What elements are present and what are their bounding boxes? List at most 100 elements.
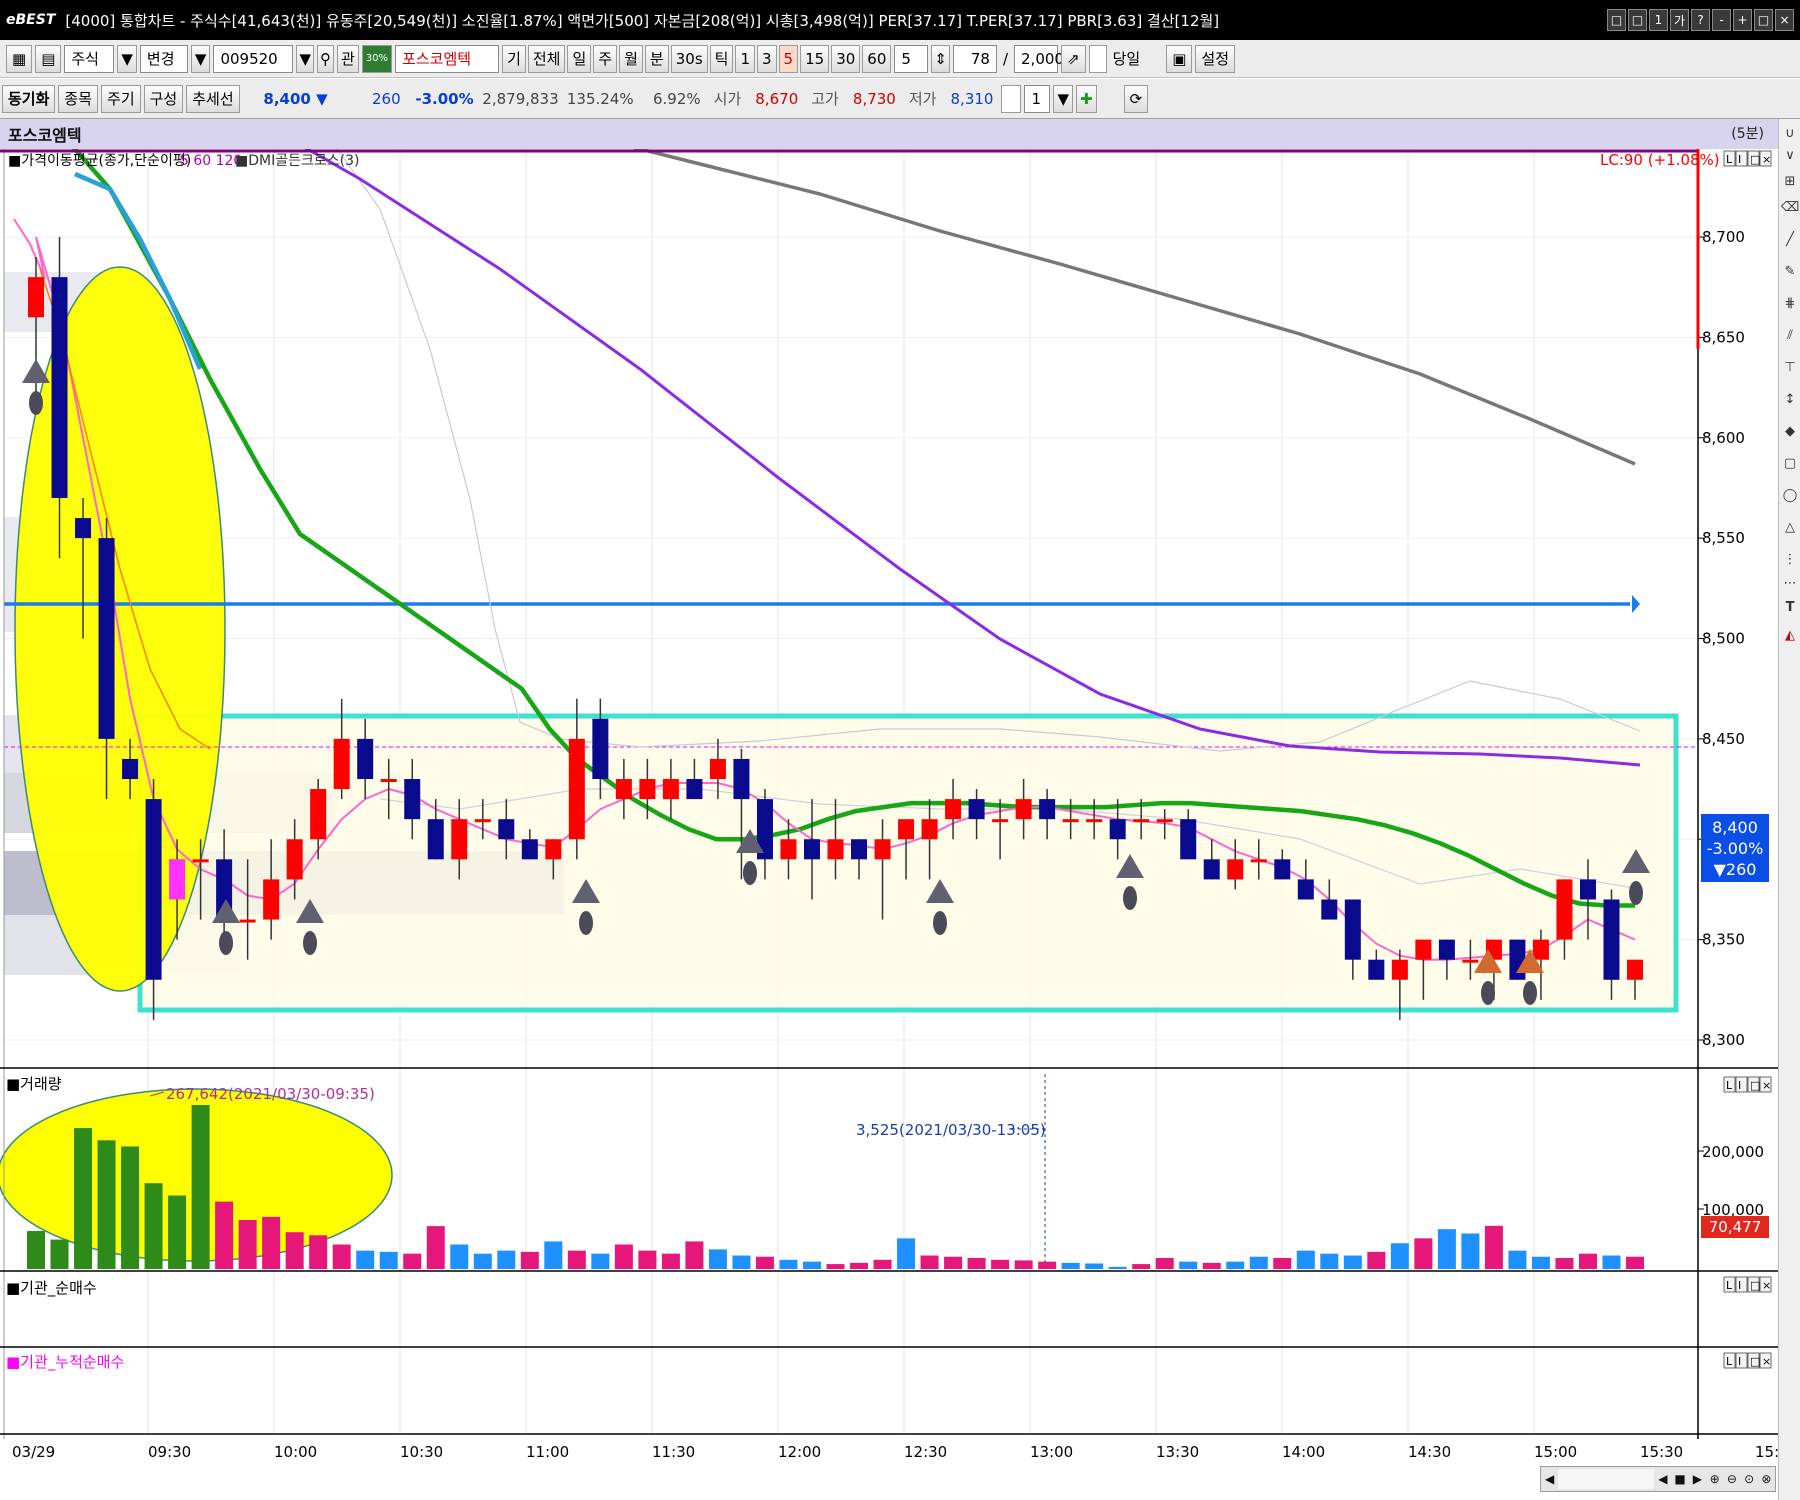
candle-body — [1250, 859, 1267, 863]
period-button-8[interactable]: 1 — [735, 44, 755, 73]
period-button-6[interactable]: 30s — [670, 44, 708, 73]
scroll-track[interactable] — [1558, 1469, 1655, 1489]
zoom-all-icon[interactable]: ⊗ — [1758, 1469, 1775, 1489]
time-axis-label: 13:30 — [1156, 1443, 1199, 1461]
today-checkbox[interactable] — [1088, 44, 1107, 73]
print-icon[interactable]: ▣ — [1166, 44, 1193, 73]
add-icon[interactable]: ✚ — [1076, 84, 1097, 113]
change-dropdown-icon[interactable]: ▼ — [190, 44, 211, 73]
window-button-0[interactable]: □ — [1607, 9, 1626, 31]
period-button-3[interactable]: 주 — [593, 44, 618, 73]
channel-tool-icon[interactable]: ⫽ — [1782, 327, 1798, 343]
period-button-9[interactable]: 3 — [757, 44, 777, 73]
ellipse-tool-icon[interactable]: ◯ — [1782, 487, 1798, 503]
period-button-13[interactable]: 60 — [862, 44, 892, 73]
window-button-7[interactable]: □ — [1754, 9, 1773, 31]
chart-type-icon[interactable]: ⇗ — [1061, 44, 1086, 73]
volume-bar — [1202, 1262, 1221, 1269]
window-button-2[interactable]: 1 — [1649, 9, 1668, 31]
window-button-4[interactable]: ? — [1691, 9, 1710, 31]
layout-icon[interactable]: ▦ — [6, 44, 33, 73]
spinner-field[interactable]: 1 — [1024, 84, 1051, 113]
chart-scroll-controls[interactable]: ◀ ◀ ■ ▶ ⊕ ⊖ ⊙ ⊗ — [1540, 1466, 1776, 1492]
candle-body — [662, 779, 679, 800]
period-button-4[interactable]: 월 — [619, 44, 643, 73]
grade-icon[interactable]: 30% — [361, 44, 393, 73]
zoom-in-icon[interactable]: ⊕ — [1706, 1469, 1723, 1489]
sync-button[interactable]: 동기화 — [2, 84, 56, 113]
time-axis-label: 14:00 — [1282, 1443, 1325, 1461]
period-button-0[interactable]: 기 — [502, 44, 526, 73]
trendline-button[interactable]: 추세선 — [186, 84, 240, 113]
change-select[interactable]: 변경 — [139, 44, 188, 73]
candle-body — [1133, 819, 1150, 823]
compose-button[interactable]: 구성 — [143, 84, 184, 113]
scroll-next-icon[interactable]: ▶ — [1689, 1469, 1706, 1489]
settings-button[interactable]: 설정 — [1195, 44, 1235, 73]
scroll-left-icon[interactable]: ◀ — [1541, 1469, 1558, 1489]
period-button-2[interactable]: 일 — [567, 44, 592, 73]
related-button[interactable]: 관 — [337, 44, 359, 73]
fibonacci-icon[interactable]: ⋕ — [1782, 295, 1798, 311]
market-select[interactable]: 주식 — [64, 44, 115, 73]
volume-ratio: 135.24% — [566, 89, 634, 108]
window-button-1[interactable]: □ — [1628, 9, 1647, 31]
search-icon[interactable]: ⚲ — [317, 44, 335, 73]
stock-chart[interactable]: 8,700 8,650 8,600 8,550 8,500 8,450 8,400 8,350… — [0, 149, 1778, 1500]
period-button-11[interactable]: 15 — [800, 44, 830, 73]
cycle-button[interactable]: 주기 — [101, 84, 141, 113]
scroll-down-icon[interactable]: ∨ — [1782, 147, 1798, 163]
code-dropdown-icon[interactable]: ▼ — [296, 44, 315, 73]
drawing-tool-strip: ∪ ∨ ⊞ ⌫ ╱ ✎ ⋕ ⫽ ⊤ ↕ ◆ ▢ ◯ △ ⋮ ⋯ T ◭ — [1778, 119, 1800, 1500]
candle-body — [1109, 819, 1126, 840]
volume-bar — [74, 1128, 93, 1269]
arrow-tool-icon[interactable]: ↕ — [1782, 391, 1798, 407]
zoom-reset-icon[interactable]: ⊙ — [1741, 1469, 1758, 1489]
candle-body — [1062, 819, 1079, 823]
volume-bar — [309, 1235, 328, 1269]
line-tool-icon[interactable]: ╱ — [1782, 231, 1798, 247]
window-button-8[interactable]: × — [1775, 9, 1794, 31]
period-button-5[interactable]: 분 — [644, 44, 669, 73]
rectangle-tool-icon[interactable]: ▢ — [1782, 455, 1798, 471]
count-field[interactable]: 78 — [952, 44, 997, 73]
candle-body — [192, 859, 209, 863]
period-button-7[interactable]: 틱 — [709, 44, 734, 73]
period-value-field[interactable]: 5 — [894, 44, 929, 73]
stock-code-input[interactable]: 009520 — [213, 44, 294, 73]
eraser-icon[interactable]: ⌫ — [1781, 199, 1799, 215]
market-dropdown-icon[interactable]: ▼ — [117, 44, 137, 73]
scroll-prev-icon[interactable]: ◀ — [1654, 1469, 1671, 1489]
total-field[interactable]: 2,000 — [1014, 44, 1064, 73]
window-button-6[interactable]: + — [1733, 9, 1752, 31]
text-tool-icon[interactable]: T — [1782, 599, 1798, 615]
spinner-dropdown-icon[interactable]: ▼ — [1053, 84, 1074, 113]
candle-body — [310, 789, 327, 840]
horizontal-line-icon[interactable]: ⊤ — [1782, 359, 1798, 375]
period-spinner-icon[interactable]: ⇕ — [931, 44, 950, 73]
paint-tool-icon[interactable]: ◭ — [1782, 627, 1798, 643]
cycle-tool-icon[interactable]: ⋯ — [1782, 575, 1798, 591]
color-box-icon[interactable] — [1001, 84, 1022, 113]
stock-name-field[interactable]: 포스코엠텍 — [395, 44, 500, 73]
refresh-icon[interactable]: ⟳ — [1123, 84, 1149, 113]
period-button-1[interactable]: 전체 — [527, 44, 566, 73]
scroll-up-icon[interactable]: ∪ — [1782, 125, 1798, 141]
period-button-12[interactable]: 30 — [831, 44, 861, 73]
change-value: 변경 — [146, 50, 175, 68]
select-all-icon[interactable]: ⊞ — [1782, 173, 1798, 189]
price-axis-label: 8,650 — [1702, 328, 1745, 346]
window-button-3[interactable]: 가 — [1670, 9, 1689, 31]
pen-tool-icon[interactable]: ✎ — [1782, 263, 1798, 279]
scroll-stop-icon[interactable]: ■ — [1671, 1469, 1688, 1489]
stock-button[interactable]: 종목 — [58, 84, 99, 113]
gann-tool-icon[interactable]: ⋮ — [1782, 551, 1798, 567]
save-icon[interactable]: ▤ — [35, 44, 62, 73]
period-button-10[interactable]: 5 — [778, 44, 799, 73]
candle-body — [1227, 859, 1244, 880]
zoom-out-icon[interactable]: ⊖ — [1723, 1469, 1740, 1489]
marker-icon[interactable]: ◆ — [1782, 423, 1798, 439]
window-button-5[interactable]: - — [1712, 9, 1731, 31]
price-change-pct: -3.00% — [415, 89, 474, 108]
triangle-tool-icon[interactable]: △ — [1782, 519, 1798, 535]
